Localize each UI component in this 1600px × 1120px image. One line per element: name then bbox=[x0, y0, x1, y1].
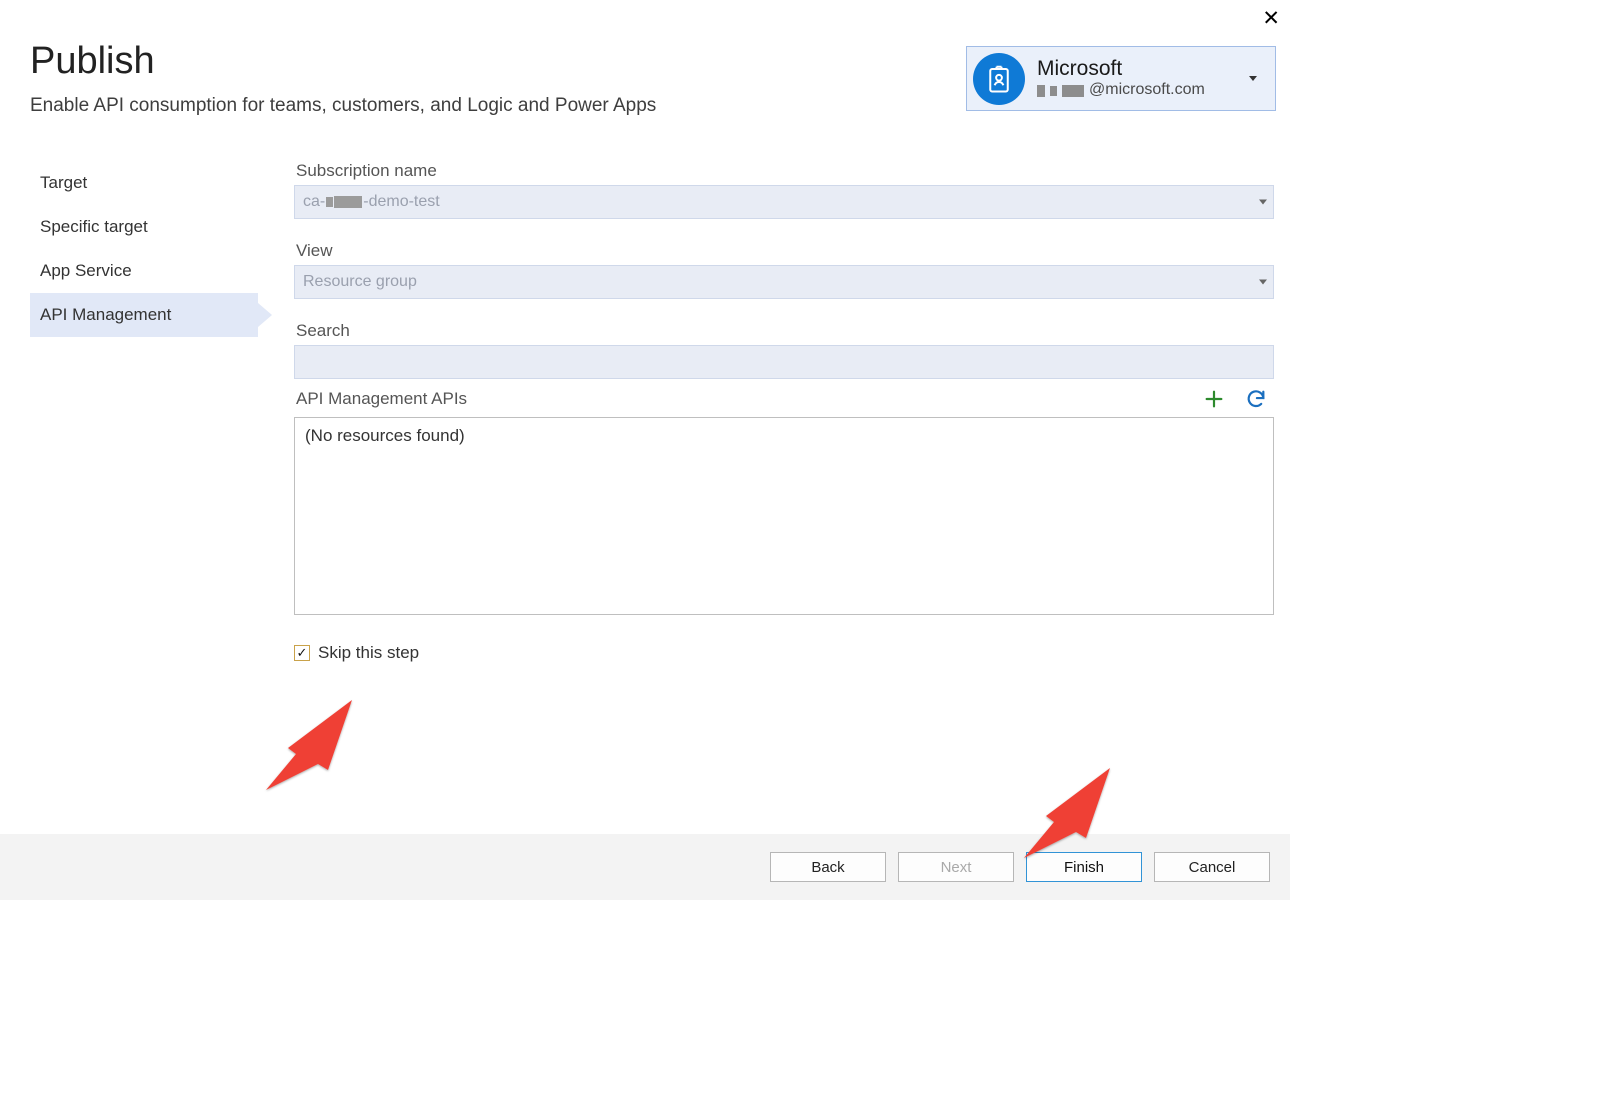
subscription-label: Subscription name bbox=[296, 161, 1274, 181]
skip-step-label: Skip this step bbox=[318, 643, 419, 663]
form-panel: Subscription name ca- -demo-test View Re… bbox=[258, 157, 1280, 669]
account-name: Microsoft bbox=[1037, 57, 1205, 81]
subscription-value-suffix: -demo-test bbox=[363, 193, 439, 211]
step-target[interactable]: Target bbox=[30, 161, 258, 205]
api-list-title: API Management APIs bbox=[296, 389, 467, 409]
cancel-button[interactable]: Cancel bbox=[1154, 852, 1270, 882]
search-label: Search bbox=[296, 321, 1274, 341]
id-badge-icon bbox=[973, 53, 1025, 105]
step-api-management[interactable]: API Management bbox=[30, 293, 258, 337]
add-icon[interactable] bbox=[1202, 387, 1226, 411]
refresh-icon[interactable] bbox=[1244, 387, 1268, 411]
api-list[interactable]: (No resources found) bbox=[294, 417, 1274, 615]
chevron-down-icon bbox=[1259, 280, 1267, 285]
view-value: Resource group bbox=[303, 273, 417, 291]
account-text: Microsoft @microsoft.com bbox=[1037, 57, 1205, 100]
chevron-down-icon bbox=[1259, 200, 1267, 205]
close-icon[interactable]: ✕ bbox=[1262, 8, 1280, 29]
step-app-service[interactable]: App Service bbox=[30, 249, 258, 293]
subscription-dropdown[interactable]: ca- -demo-test bbox=[294, 185, 1274, 219]
step-specific-target[interactable]: Specific target bbox=[30, 205, 258, 249]
annotation-arrow-skip bbox=[262, 692, 372, 802]
view-label: View bbox=[296, 241, 1274, 261]
skip-step-checkbox[interactable]: ✓ Skip this step bbox=[294, 643, 1274, 663]
publish-dialog: ✕ Microsoft @microsoft.com Publish Enabl… bbox=[0, 0, 1290, 900]
dialog-footer: Back Next Finish Cancel bbox=[0, 834, 1290, 900]
account-selector[interactable]: Microsoft @microsoft.com bbox=[966, 46, 1276, 111]
view-dropdown[interactable]: Resource group bbox=[294, 265, 1274, 299]
next-button: Next bbox=[898, 852, 1014, 882]
checkbox-icon: ✓ bbox=[294, 645, 310, 661]
chevron-down-icon bbox=[1249, 76, 1257, 81]
search-input[interactable] bbox=[294, 345, 1274, 379]
back-button[interactable]: Back bbox=[770, 852, 886, 882]
empty-message: (No resources found) bbox=[305, 426, 465, 445]
wizard-steps: Target Specific target App Service API M… bbox=[30, 157, 258, 669]
account-email: @microsoft.com bbox=[1037, 81, 1205, 99]
finish-button[interactable]: Finish bbox=[1026, 852, 1142, 882]
subscription-value-prefix: ca- bbox=[303, 193, 325, 211]
